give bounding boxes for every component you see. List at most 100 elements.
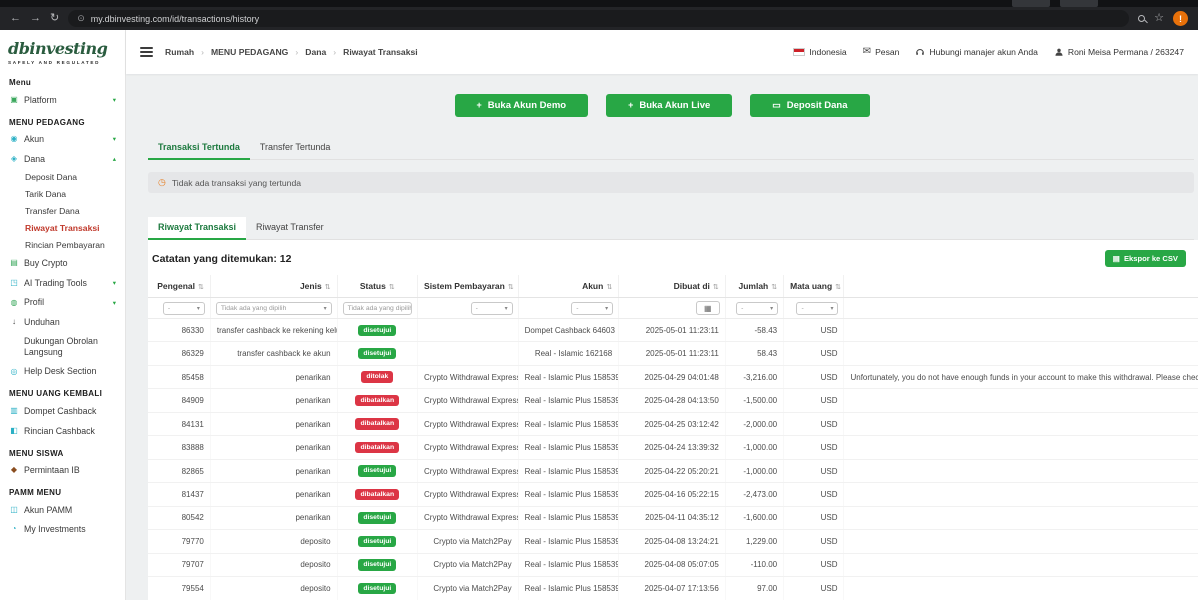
cell-id: 84131 — [148, 412, 210, 435]
filter-select-akun[interactable]: -▾ — [571, 302, 613, 315]
filter-select-mata-uang[interactable]: -▾ — [796, 302, 838, 315]
column-header-jenis[interactable]: Jenis⇅ — [210, 275, 337, 298]
tab-transfer-tertunda[interactable]: Transfer Tertunda — [250, 137, 341, 159]
messages-link[interactable]: ✉ Pesan — [863, 47, 900, 57]
sidebar-item-profil[interactable]: ◍Profil▾ — [9, 293, 116, 313]
sidebar-item-rincian-pembayaran[interactable]: Rincian Pembayaran — [9, 237, 116, 254]
transactions-table: Pengenal⇅Jenis⇅Status⇅Sistem Pembayaran⇅… — [148, 275, 1198, 600]
sidebar-item-unduhan[interactable]: ↓Unduhan — [9, 312, 116, 332]
column-label: Status — [360, 281, 386, 291]
column-header-dibuat-di[interactable]: Dibuat di⇅ — [619, 275, 726, 298]
bookmark-star-icon[interactable]: ☆ — [1154, 13, 1164, 24]
filter-date-dibuat-di[interactable]: ▦ — [696, 301, 720, 315]
logo[interactable]: dbinvesting SAFELY AND REGULATED — [0, 30, 125, 68]
button-label: Deposit Dana — [787, 100, 848, 111]
menu-toggle-icon[interactable] — [140, 47, 153, 56]
table-row: 79770depositodisetujuiCrypto via Match2P… — [148, 530, 1198, 553]
breadcrumb-home[interactable]: Rumah — [165, 47, 194, 57]
envelope-icon: ✉ — [863, 47, 871, 57]
browser-chrome: ← → ↻ ⊙ my.dbinvesting.com/id/transactio… — [0, 0, 1198, 30]
breadcrumb-menu-pedagang[interactable]: MENU PEDAGANG — [211, 47, 288, 57]
filter-select-sistem-pembayaran[interactable]: -▾ — [471, 302, 513, 315]
contact-manager-link[interactable]: Hubungi manajer akun Anda — [915, 47, 1037, 57]
clock-icon: ◷ — [158, 177, 166, 188]
action-buttons: +Buka Akun Demo +Buka Akun Live ▭Deposit D… — [148, 94, 1176, 117]
sidebar-item-riwayat-transaksi[interactable]: Riwayat Transaksi — [9, 220, 116, 237]
sidebar-item-platform[interactable]: ▣Platform▾ — [9, 90, 116, 110]
button-label: Buka Akun Demo — [488, 100, 566, 111]
open-live-account-button[interactable]: +Buka Akun Live — [606, 94, 732, 117]
column-header-status[interactable]: Status⇅ — [337, 275, 417, 298]
tab-riwayat-transfer[interactable]: Riwayat Transfer — [246, 217, 334, 239]
sidebar-item-label: Platform — [24, 95, 57, 106]
sidebar-item-help-desk-section[interactable]: ◎Help Desk Section — [9, 362, 116, 382]
cell-amount: 97.00 — [725, 577, 783, 600]
sidebar-item-transfer-dana[interactable]: Transfer Dana — [9, 203, 116, 220]
breadcrumb-dana[interactable]: Dana — [305, 47, 326, 57]
cell-status: ditolak — [337, 365, 417, 388]
chevron-down-icon: ▾ — [830, 305, 833, 312]
column-header-pengenal[interactable]: Pengenal⇅ — [148, 275, 210, 298]
sidebar-item-label: Dana — [24, 154, 45, 165]
status-badge: dibatalkan — [355, 418, 399, 429]
column-label: Pengenal — [157, 281, 195, 291]
sidebar-item-ai-trading-tools[interactable]: ◳AI Trading Tools▾ — [9, 273, 116, 293]
sidebar-item-akun-pamm[interactable]: ◫Akun PAMM — [9, 500, 116, 520]
profile-avatar[interactable]: ! — [1173, 11, 1188, 26]
column-label: Jenis — [300, 281, 322, 291]
cell-account: Real - Islamic Plus 158539 — [518, 365, 619, 388]
user-menu[interactable]: Roni Meisa Permana / 263247 — [1054, 47, 1184, 57]
sidebar-item-dompet-cashback[interactable]: ▥Dompet Cashback — [9, 401, 116, 421]
cell-type: penarikan — [210, 412, 337, 435]
cell-system: Crypto via Match2Pay — [418, 553, 519, 576]
sidebar-item-akun[interactable]: ◉Akun▾ — [9, 130, 116, 150]
column-header-akun[interactable]: Akun⇅ — [518, 275, 619, 298]
language-selector[interactable]: Indonesia — [793, 47, 846, 57]
cell-system: Crypto Withdrawal Express — [418, 412, 519, 435]
zoom-icon[interactable] — [1138, 15, 1145, 22]
deposit-funds-button[interactable]: ▭Deposit Dana — [750, 94, 869, 117]
tab-transaksi-tertunda[interactable]: Transaksi Tertunda — [148, 137, 250, 160]
cart-icon: ▤ — [9, 259, 19, 267]
sidebar-item-dukungan-obrolan-langsung[interactable]: Dukungan Obrolan Langsung — [9, 332, 116, 362]
address-bar[interactable]: ⊙ my.dbinvesting.com/id/transactions/his… — [68, 10, 1129, 27]
site-info-icon[interactable]: ⊙ — [77, 13, 85, 24]
cell-currency: USD — [784, 459, 844, 482]
column-header-mata-uang[interactable]: Mata uang⇅ — [784, 275, 844, 298]
export-csv-button[interactable]: ▤ Ekspor ke CSV — [1105, 250, 1186, 267]
sidebar-item-dana[interactable]: ◈Dana▴ — [9, 149, 116, 169]
sidebar-item-permintaan-ib[interactable]: ◆Permintaan IB — [9, 461, 116, 481]
open-demo-account-button[interactable]: +Buka Akun Demo — [455, 94, 589, 117]
forward-icon[interactable]: → — [30, 13, 41, 24]
tab-riwayat-transaksi[interactable]: Riwayat Transaksi — [148, 217, 246, 240]
filter-select-jenis[interactable]: Tidak ada yang dipilih▾ — [216, 302, 332, 315]
cell-reason — [844, 459, 1198, 482]
column-header-alasan[interactable]: Alasan — [844, 275, 1198, 298]
sidebar-item-label: My Investments — [24, 524, 86, 535]
cell-created: 2025-04-28 04:13:50 — [619, 389, 726, 412]
filter-select-jumlah[interactable]: -▾ — [736, 302, 778, 315]
table-row: 82865penarikandisetujuiCrypto Withdrawal… — [148, 459, 1198, 482]
cell-system: Crypto Withdrawal Express — [418, 459, 519, 482]
column-header-jumlah[interactable]: Jumlah⇅ — [725, 275, 783, 298]
cell-account: Real - Islamic Plus 158539 — [518, 459, 619, 482]
filter-select-pengenal[interactable]: -▾ — [163, 302, 205, 315]
filter-select-status[interactable]: Tidak ada yang dipilih▾ — [343, 302, 412, 315]
filter-cell-jumlah: -▾ — [725, 298, 783, 319]
cell-currency: USD — [784, 553, 844, 576]
sidebar-item-buy-crypto[interactable]: ▤Buy Crypto — [9, 254, 116, 274]
back-icon[interactable]: ← — [10, 13, 21, 24]
sidebar-item-my-investments[interactable]: ◔My Investments — [9, 520, 116, 540]
cell-amount: 1,229.00 — [725, 530, 783, 553]
cell-id: 81437 — [148, 483, 210, 506]
column-header-sistem-pembayaran[interactable]: Sistem Pembayaran⇅ — [418, 275, 519, 298]
cell-created: 2025-04-24 13:39:32 — [619, 436, 726, 459]
sidebar-item-rincian-cashback[interactable]: ◧Rincian Cashback — [9, 421, 116, 441]
sidebar-item-deposit-dana[interactable]: Deposit Dana — [9, 169, 116, 186]
cell-id: 79707 — [148, 553, 210, 576]
breadcrumb-current: Riwayat Transaksi — [343, 47, 418, 57]
sidebar-item-tarik-dana[interactable]: Tarik Dana — [9, 186, 116, 203]
cell-type: deposito — [210, 530, 337, 553]
status-badge: disetujui — [358, 559, 396, 570]
refresh-icon[interactable]: ↻ — [50, 13, 59, 24]
